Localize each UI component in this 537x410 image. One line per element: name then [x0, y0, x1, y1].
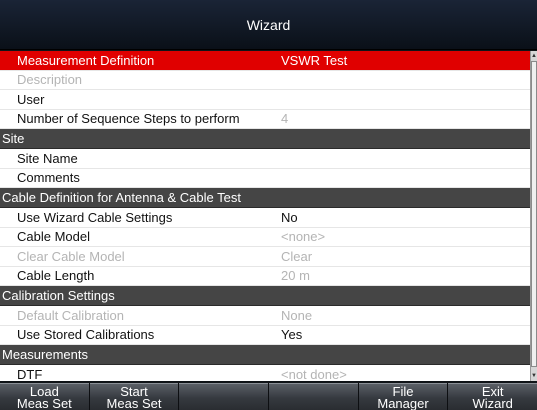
- table-row: Clear Cable Model Clear: [0, 247, 530, 267]
- softkey-button[interactable]: Exit Wizard: [448, 383, 537, 410]
- table-row[interactable]: DTF <not done>: [0, 365, 530, 381]
- table-row[interactable]: Use Wizard Cable Settings No: [0, 208, 530, 228]
- row-label: Comments: [17, 170, 80, 186]
- row-label: Clear Cable Model: [17, 248, 125, 264]
- table-row: Default Calibration None: [0, 306, 530, 326]
- scroll-down-icon[interactable]: ▼: [531, 372, 537, 380]
- row-value: 20 m: [281, 268, 310, 284]
- scrollbar-thumb[interactable]: [531, 61, 537, 367]
- softkey-button[interactable]: Load Meas Set: [0, 383, 89, 410]
- row-label: Measurement Definition: [17, 52, 155, 68]
- softkey-button[interactable]: Start Meas Set: [89, 383, 179, 410]
- row-label: Cable Length: [17, 268, 95, 284]
- section-header: Measurements: [0, 345, 530, 365]
- section-header: Cable Definition for Antenna & Cable Tes…: [0, 188, 530, 208]
- row-label: Number of Sequence Steps to perform: [17, 111, 240, 127]
- row-label: Default Calibration: [17, 307, 124, 323]
- table-row: Description: [0, 71, 530, 90]
- table-row[interactable]: Use Stored Calibrations Yes: [0, 326, 530, 345]
- softkey-button[interactable]: [269, 383, 358, 410]
- table-row[interactable]: Cable Model <none>: [0, 228, 530, 247]
- row-label: Description: [17, 72, 83, 88]
- row-label: Use Wizard Cable Settings: [17, 209, 173, 225]
- row-value: No: [281, 209, 298, 225]
- softkey-button[interactable]: File Manager: [358, 383, 448, 410]
- softkey-label-line2: Meas Set: [16, 396, 72, 410]
- softkey-label-line2: Wizard: [472, 396, 513, 410]
- row-value: 4: [281, 111, 289, 127]
- wizard-window: Wizard Measurement Definition VSWR Test De…: [0, 0, 537, 410]
- row-label: DTF: [17, 366, 43, 381]
- row-label: User: [17, 91, 45, 107]
- softkey-label-line2: Meas Set: [106, 396, 162, 410]
- table-row[interactable]: Number of Sequence Steps to perform 4: [0, 110, 530, 129]
- section-header: Calibration Settings: [0, 286, 530, 306]
- table-row[interactable]: User: [0, 90, 530, 110]
- row-value: VSWR Test: [281, 52, 348, 68]
- row-label: Use Stored Calibrations: [17, 327, 155, 343]
- softkey-button[interactable]: [179, 383, 269, 410]
- row-value: <none>: [281, 229, 326, 245]
- table-row[interactable]: Measurement Definition VSWR Test: [0, 51, 530, 71]
- scroll-up-icon[interactable]: ▲: [531, 52, 537, 60]
- row-value: Clear: [281, 248, 313, 264]
- row-value: <not done>: [281, 366, 347, 381]
- table-row[interactable]: Site Name: [0, 149, 530, 169]
- scrollbar[interactable]: ▲ ▼: [530, 51, 537, 381]
- table-row[interactable]: Comments: [0, 169, 530, 188]
- settings-table: Measurement Definition VSWR Test Descripti…: [0, 51, 530, 381]
- section-header: Site: [0, 129, 530, 149]
- table-row[interactable]: Cable Length 20 m: [0, 267, 530, 286]
- softkey-label-line2: Manager: [377, 396, 429, 410]
- row-label: Cable Model: [17, 229, 90, 245]
- row-label: Site Name: [17, 150, 78, 166]
- row-value: None: [281, 307, 313, 323]
- window-title: Wizard: [0, 0, 537, 50]
- softkey-bar: Load Meas Set Start Meas Set File Manager Exit…: [0, 383, 537, 410]
- row-value: Yes: [281, 327, 303, 343]
